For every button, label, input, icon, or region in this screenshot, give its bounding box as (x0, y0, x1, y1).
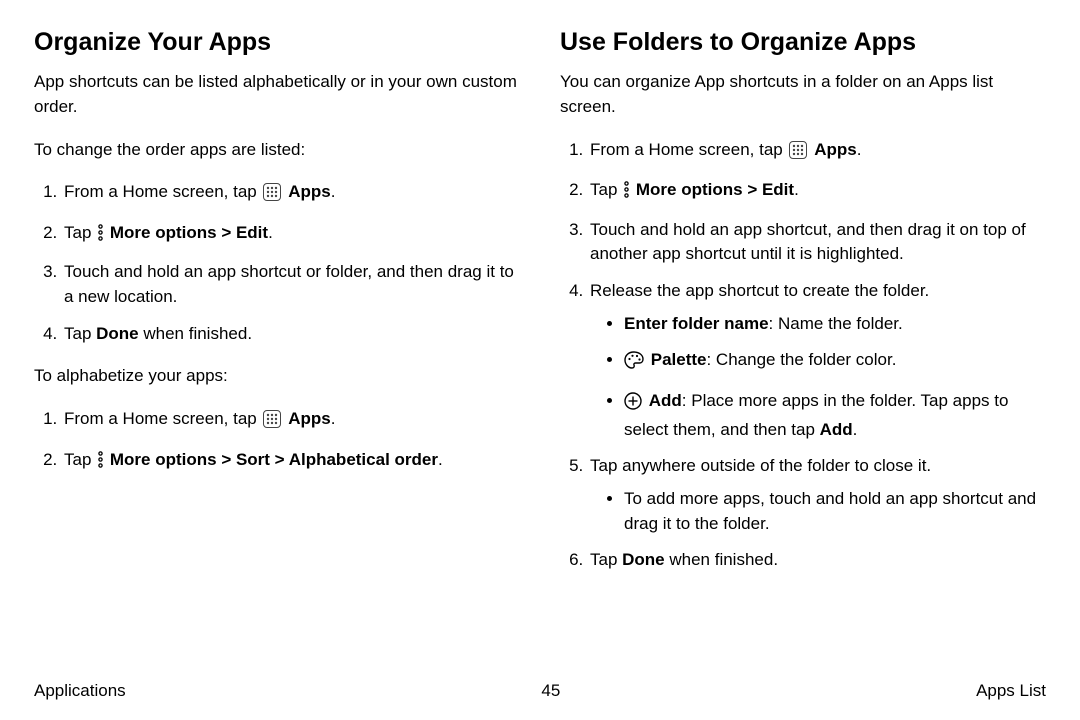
alpha-step-2: Tap More options > Sort > Alphabetical o… (62, 448, 520, 476)
more-options-icon (97, 224, 104, 249)
r-step-5: Tap anywhere outside of the folder to cl… (588, 454, 1046, 536)
r-step-2: Tap More options > Edit. (588, 178, 1046, 206)
bullet-list-close: To add more apps, touch and hold an app … (590, 487, 1046, 536)
apps-icon (263, 410, 281, 436)
ordered-list-folders: From a Home screen, tap Apps. Tap More o… (560, 138, 1046, 573)
heading-folders: Use Folders to Organize Apps (560, 24, 1046, 60)
heading-organize: Organize Your Apps (34, 24, 520, 60)
bullet-palette: Palette: Change the folder color. (624, 348, 1046, 377)
apps-icon (789, 141, 807, 167)
plus-circle-icon (624, 392, 642, 418)
palette-icon (624, 351, 644, 377)
ordered-list-change: From a Home screen, tap Apps. Tap More o… (34, 180, 520, 346)
right-column: Use Folders to Organize Apps You can org… (560, 24, 1046, 669)
page-footer: Applications 45 Apps List (34, 679, 1046, 704)
apps-icon (263, 183, 281, 209)
footer-right: Apps List (976, 679, 1046, 704)
bullet-enter-name: Enter folder name: Name the folder. (624, 312, 1046, 337)
intro-left: App shortcuts can be listed alphabetical… (34, 70, 520, 119)
r-step-1: From a Home screen, tap Apps. (588, 138, 1046, 167)
ordered-list-alpha: From a Home screen, tap Apps. Tap More o… (34, 407, 520, 475)
sub1: To change the order apps are listed: (34, 138, 520, 163)
intro-right: You can organize App shortcuts in a fold… (560, 70, 1046, 119)
bullet-add-more: To add more apps, touch and hold an app … (624, 487, 1046, 536)
footer-page-number: 45 (541, 679, 560, 704)
sub2: To alphabetize your apps: (34, 364, 520, 389)
more-options-icon (97, 451, 104, 476)
r-step-4: Release the app shortcut to create the f… (588, 279, 1046, 442)
left-column: Organize Your Apps App shortcuts can be … (34, 24, 520, 669)
step-3: Touch and hold an app shortcut or folder… (62, 260, 520, 309)
step-4: Tap Done when finished. (62, 322, 520, 347)
bullet-add: Add: Place more apps in the folder. Tap … (624, 389, 1046, 442)
footer-left: Applications (34, 679, 126, 704)
step-1: From a Home screen, tap Apps. (62, 180, 520, 209)
r-step-3: Touch and hold an app shortcut, and then… (588, 218, 1046, 267)
step-2: Tap More options > Edit. (62, 221, 520, 249)
alpha-step-1: From a Home screen, tap Apps. (62, 407, 520, 436)
bullet-list-folder-opts: Enter folder name: Name the folder. Pale… (590, 312, 1046, 443)
more-options-icon (623, 181, 630, 206)
r-step-6: Tap Done when finished. (588, 548, 1046, 573)
